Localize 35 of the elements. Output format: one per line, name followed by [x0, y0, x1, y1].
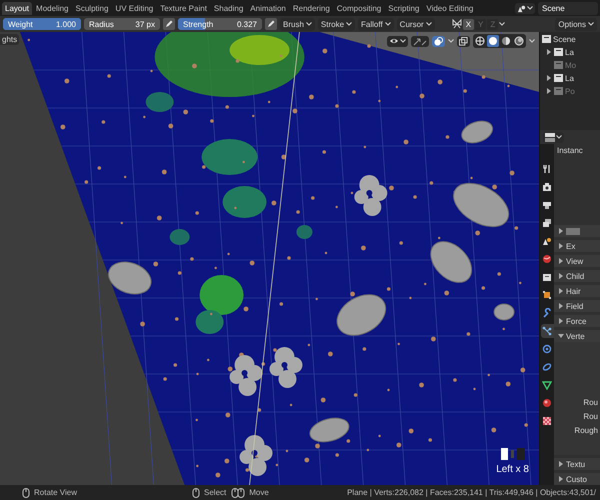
sidebar-tab-label[interactable]: ghts — [0, 34, 20, 45]
options-menu[interactable]: Options — [555, 18, 597, 30]
outliner-item-label[interactable]: Scene — [553, 34, 576, 44]
workspace-tab[interactable]: UV Editing — [112, 2, 156, 14]
dropdown-menu[interactable]: Brush — [280, 18, 315, 30]
outliner-item-label[interactable]: La — [565, 48, 574, 56]
workspace-tab[interactable]: Texture Paint — [157, 2, 210, 14]
workspace-tab[interactable]: Compositing — [334, 2, 384, 14]
object-name-label: Instanc — [556, 146, 584, 155]
workspace-tab[interactable]: Modeling — [33, 2, 72, 14]
workspace-tab[interactable]: Sculpting — [72, 2, 112, 14]
status-hint: Rotate View — [34, 488, 77, 497]
workspace-tab[interactable]: Shading — [210, 2, 246, 14]
workspace-tab[interactable]: Scripting — [385, 2, 422, 14]
workspace-tab[interactable]: Video Editing — [423, 2, 476, 14]
panel-header[interactable]: Ex — [566, 242, 576, 250]
workspace-tab[interactable]: Animation — [247, 2, 289, 14]
property-label: Rou — [583, 412, 598, 421]
outliner-item-label[interactable]: La — [565, 74, 574, 82]
strength-slider[interactable]: Strength 0.327 — [178, 18, 262, 30]
property-label: Rou — [583, 398, 598, 407]
workspace-tab[interactable]: Rendering — [290, 2, 333, 14]
dropdown-menu[interactable]: Stroke — [318, 18, 356, 30]
view-name-label: Left x 8 — [496, 464, 529, 475]
weight-slider[interactable]: Weight 1.000 — [3, 18, 81, 30]
status-hint: Move — [249, 488, 269, 497]
property-label: Rough — [574, 426, 598, 435]
dropdown-menu[interactable]: Cursor — [396, 18, 435, 30]
scene-name-field[interactable]: Scene — [538, 2, 598, 14]
dropdown-menu[interactable]: Falloff — [358, 18, 394, 30]
radius-field[interactable]: Radius 37 px — [84, 18, 160, 30]
workspace-tab[interactable]: Layout — [2, 2, 32, 14]
axis-toggle[interactable]: X — [462, 18, 474, 30]
scene-statistics: Plane | Verts:226,082 | Faces:235,141 | Tris:449,946 | Objects:43,501/ — [347, 488, 596, 497]
status-hint: Select — [204, 488, 226, 497]
